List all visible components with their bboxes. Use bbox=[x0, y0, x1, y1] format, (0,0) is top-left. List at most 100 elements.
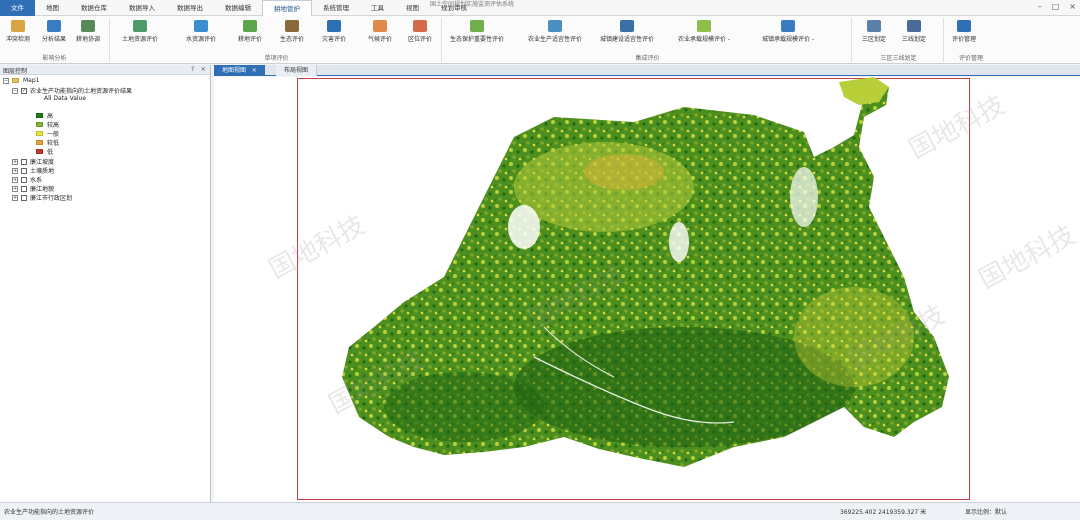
location-eval-button[interactable]: 区位评价 bbox=[408, 20, 432, 43]
agri-capacity-eval-button[interactable]: 农业承载规模评价 - bbox=[678, 20, 730, 43]
legend-swatch bbox=[36, 149, 43, 154]
agri-icon bbox=[548, 20, 562, 32]
root-label: Map1 bbox=[23, 77, 40, 84]
app-window: 文件 地图 数据仓库 数据导入 数据导出 数据编辑 耕地管护 系统管理 工具 视… bbox=[0, 0, 1080, 520]
cloud-icon bbox=[373, 20, 387, 32]
close-icon[interactable]: × bbox=[1069, 2, 1076, 11]
bar-chart-icon bbox=[47, 20, 61, 32]
collapse-icon[interactable]: − bbox=[12, 87, 18, 94]
ribbon-group-title: 单项评价 bbox=[264, 55, 289, 62]
layer-checkbox[interactable] bbox=[21, 185, 27, 192]
farmland-icon bbox=[243, 20, 257, 32]
agri-capacity-icon bbox=[697, 20, 712, 32]
ecology-eval-button[interactable]: 生态评价 bbox=[280, 20, 304, 43]
menu-bar: 文件 地图 数据仓库 数据导入 数据导出 数据编辑 耕地管护 系统管理 工具 视… bbox=[0, 0, 1080, 16]
ribbon: 冲突检测 分析结果 耕地协调 影响分析 土地资源评价 水资源评价 耕地评价 生态… bbox=[0, 16, 1080, 64]
city-icon bbox=[620, 20, 634, 32]
tree-layer-water[interactable]: + 水系 bbox=[12, 175, 42, 184]
three-lines-button[interactable]: 三线划定 bbox=[902, 20, 926, 43]
analysis-result-button[interactable]: 分析结果 bbox=[42, 20, 66, 43]
menu-system[interactable]: 系统管理 bbox=[312, 0, 360, 16]
ribbon-group-title: 影响分析 bbox=[42, 55, 67, 62]
layer-checkbox[interactable]: ✓ bbox=[21, 87, 27, 94]
hazard-icon bbox=[327, 20, 341, 32]
close-tab-icon[interactable]: × bbox=[252, 67, 257, 74]
status-text: 农业生产功能指向的土地资源评价 bbox=[4, 509, 95, 516]
tree-layer-admin[interactable]: + 廉江市行政区划 bbox=[12, 193, 72, 202]
collapse-icon[interactable]: − bbox=[3, 77, 9, 84]
agri-suitability-eval-button[interactable]: 农业生产适宜性评价 bbox=[528, 20, 582, 43]
layer-panel-title: 图层控制 bbox=[3, 68, 28, 75]
menu-data-edit[interactable]: 数据编辑 bbox=[214, 0, 262, 16]
menu-file[interactable]: 文件 bbox=[0, 0, 35, 16]
network-icon bbox=[81, 20, 95, 32]
ribbon-group-integrated: 生态保护重要性评价 农业生产适宜性评价 城镇建设适宜性评价 农业承载规模评价 -… bbox=[444, 18, 852, 62]
lines-icon bbox=[907, 20, 921, 32]
tab-map-view[interactable]: 地图视图 × bbox=[214, 65, 265, 76]
water-icon bbox=[194, 20, 208, 32]
urban-capacity-icon bbox=[781, 20, 796, 32]
expand-icon[interactable]: + bbox=[12, 185, 18, 192]
hazard-eval-button[interactable]: 灾害评价 bbox=[322, 20, 346, 43]
conflict-icon bbox=[11, 20, 25, 32]
farmland-eval-button[interactable]: 耕地评价 bbox=[238, 20, 262, 43]
document-tabs: 地图视图 × 布局视图 bbox=[214, 65, 1080, 76]
expand-icon[interactable]: + bbox=[12, 194, 18, 201]
window-controls: – □ × bbox=[1038, 2, 1076, 11]
three-zones-button[interactable]: 三区划定 bbox=[862, 20, 886, 43]
menu-data-warehouse[interactable]: 数据仓库 bbox=[70, 0, 118, 16]
layer-panel-header: 图层控制 ? × bbox=[0, 65, 210, 75]
help-icon[interactable]: ? bbox=[191, 65, 194, 73]
scale-readout: 显示比例：默认 bbox=[965, 509, 1008, 516]
legend-item: 高 bbox=[36, 111, 53, 120]
menu-map[interactable]: 地图 bbox=[35, 0, 70, 16]
layer-checkbox[interactable] bbox=[21, 167, 27, 174]
status-bar: 农业生产功能指向的土地资源评价 369225.402 2419359.327 米… bbox=[0, 502, 1080, 520]
legend-item: 较低 bbox=[36, 138, 59, 147]
menu-view[interactable]: 视图 bbox=[395, 0, 430, 16]
eco-protection-eval-button[interactable]: 生态保护重要性评价 bbox=[450, 20, 504, 43]
legend-swatch bbox=[36, 113, 43, 118]
ribbon-group-eval-manage: 评价管理 评价管理 bbox=[946, 18, 996, 62]
map-canvas[interactable]: 国地科技 国地科技 国地科技 国地科技 国地科技 国地科技 bbox=[214, 77, 1080, 502]
layer-checkbox[interactable] bbox=[21, 176, 27, 183]
eval-manage-button[interactable]: 评价管理 bbox=[952, 20, 976, 43]
layer-checkbox[interactable] bbox=[21, 158, 27, 165]
conflict-detect-button[interactable]: 冲突检测 bbox=[6, 20, 30, 43]
menu-data-export[interactable]: 数据导出 bbox=[166, 0, 214, 16]
land-resource-eval-button[interactable]: 土地资源评价 bbox=[122, 20, 158, 43]
tree-layer-result[interactable]: − ✓ 农业生产功能指向的土地资源评价结果 bbox=[12, 86, 132, 95]
maximize-icon[interactable]: □ bbox=[1052, 2, 1060, 11]
eco-protect-icon bbox=[470, 20, 484, 32]
menu-data-import[interactable]: 数据导入 bbox=[118, 0, 166, 16]
tree-layer-soil[interactable]: + 土壤质地 bbox=[12, 166, 54, 175]
climate-eval-button[interactable]: 气候评价 bbox=[368, 20, 392, 43]
tree-root[interactable]: − Map1 bbox=[3, 77, 39, 84]
legend-item: 一般 bbox=[36, 129, 59, 138]
urban-suitability-eval-button[interactable]: 城镇建设适宜性评价 bbox=[600, 20, 654, 43]
layer-checkbox[interactable] bbox=[21, 194, 27, 201]
menu-tools[interactable]: 工具 bbox=[360, 0, 395, 16]
tree-sublabel: All Data Value bbox=[44, 95, 87, 102]
coordinate-readout: 369225.402 2419359.327 米 bbox=[840, 509, 927, 516]
expand-icon[interactable]: + bbox=[12, 176, 18, 183]
manage-icon bbox=[957, 20, 971, 32]
urban-capacity-eval-button[interactable]: 城镇承载规模评价 - bbox=[762, 20, 814, 43]
expand-icon[interactable]: + bbox=[12, 167, 18, 174]
window-title: 国土空间规划实施监测评估系统 bbox=[430, 1, 515, 8]
minimize-icon[interactable]: – bbox=[1038, 2, 1042, 11]
water-resource-eval-button[interactable]: 水资源评价 bbox=[186, 20, 216, 43]
ribbon-group-three-zones: 三区划定 三线划定 三区三线划定 bbox=[854, 18, 944, 62]
tab-layout-view[interactable]: 布局视图 bbox=[276, 65, 318, 76]
menu-farmland[interactable]: 耕地管护 bbox=[262, 0, 312, 16]
zones-icon bbox=[867, 20, 881, 32]
location-icon bbox=[413, 20, 427, 32]
tree-layer-landform[interactable]: + 廉江地貌 bbox=[12, 184, 54, 193]
farmland-coord-button[interactable]: 耕地协调 bbox=[76, 20, 100, 43]
expand-icon[interactable]: + bbox=[12, 158, 18, 165]
evaluation-raster-map bbox=[342, 77, 949, 467]
land-icon bbox=[133, 20, 147, 32]
tree-layer-slope[interactable]: + 廉江坡度 bbox=[12, 157, 54, 166]
legend-swatch bbox=[36, 140, 43, 145]
close-icon[interactable]: × bbox=[201, 65, 206, 73]
